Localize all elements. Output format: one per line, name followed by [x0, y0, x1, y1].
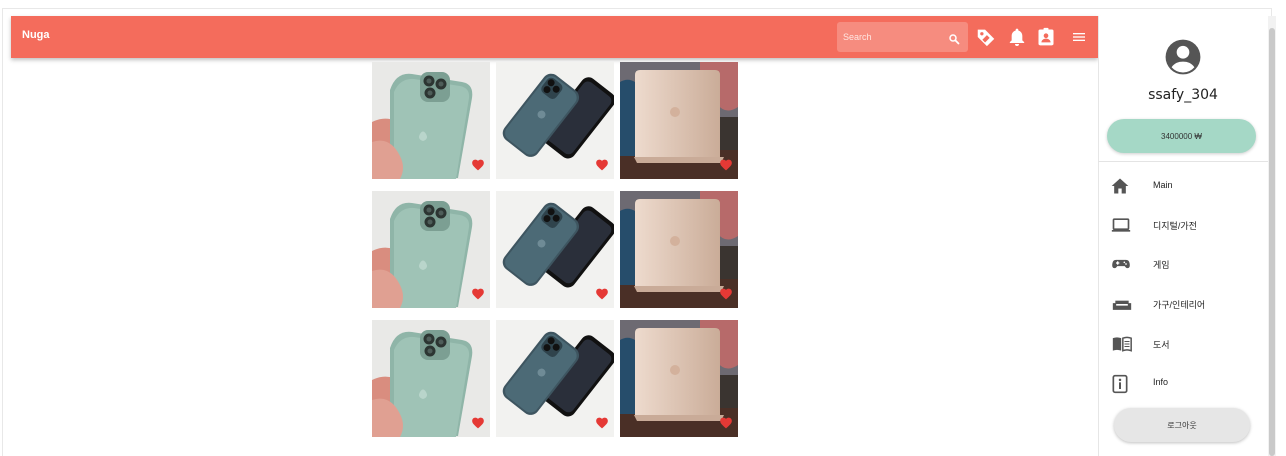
info-icon	[1110, 373, 1130, 399]
heart-icon[interactable]	[471, 156, 485, 175]
heart-icon[interactable]	[719, 414, 733, 433]
search-box[interactable]	[837, 22, 968, 52]
scrollbar[interactable]	[1268, 16, 1276, 456]
product-card[interactable]	[620, 62, 738, 179]
menu-item-furniture[interactable]: 가구/인테리어	[1098, 288, 1268, 320]
menu-label: 디지털/가전	[1153, 221, 1197, 231]
home-icon	[1110, 176, 1130, 200]
logout-button[interactable]: 로그아웃	[1114, 408, 1250, 442]
menu-item-info[interactable]: Info	[1098, 367, 1268, 399]
product-card[interactable]	[496, 320, 614, 437]
scrollbar-thumb[interactable]	[1269, 28, 1275, 456]
balance-button[interactable]: 3400000 ₩	[1107, 119, 1256, 153]
laptop-icon	[1110, 215, 1132, 239]
tag-icon[interactable]	[975, 26, 997, 52]
heart-icon[interactable]	[471, 414, 485, 433]
heart-icon[interactable]	[471, 285, 485, 304]
search-icon[interactable]	[948, 30, 960, 49]
gamepad-icon	[1110, 254, 1132, 278]
drawer-divider	[1098, 161, 1268, 162]
product-grid	[372, 62, 738, 437]
heart-icon[interactable]	[719, 285, 733, 304]
bell-icon[interactable]	[1007, 26, 1027, 52]
menu-icon[interactable]	[1071, 28, 1087, 50]
account-circle-icon	[1164, 38, 1202, 80]
brand-title[interactable]: Nuga	[22, 29, 50, 41]
product-card[interactable]	[372, 62, 490, 179]
book-icon	[1110, 334, 1134, 358]
product-card[interactable]	[620, 320, 738, 437]
menu-label: 게임	[1153, 260, 1170, 270]
heart-icon[interactable]	[595, 414, 609, 433]
contact-card-icon[interactable]	[1036, 26, 1056, 52]
search-input[interactable]	[843, 29, 938, 45]
sofa-icon	[1110, 294, 1134, 318]
heart-icon[interactable]	[719, 156, 733, 175]
product-card[interactable]	[496, 191, 614, 308]
app-bar: Nuga	[11, 16, 1098, 58]
menu-item-digital[interactable]: 디지털/가전	[1098, 209, 1268, 241]
product-card[interactable]	[620, 191, 738, 308]
heart-icon[interactable]	[595, 156, 609, 175]
menu-label: Main	[1153, 180, 1173, 190]
product-card[interactable]	[496, 62, 614, 179]
menu-item-books[interactable]: 도서	[1098, 328, 1268, 360]
menu-label: 가구/인테리어	[1153, 300, 1206, 310]
heart-icon[interactable]	[595, 285, 609, 304]
menu-item-main[interactable]: Main	[1098, 170, 1268, 202]
product-card[interactable]	[372, 191, 490, 308]
menu-label: Info	[1153, 377, 1169, 387]
username: ssafy_304	[1148, 87, 1218, 103]
product-card[interactable]	[372, 320, 490, 437]
menu-item-game[interactable]: 게임	[1098, 248, 1268, 280]
menu-label: 도서	[1153, 340, 1170, 350]
